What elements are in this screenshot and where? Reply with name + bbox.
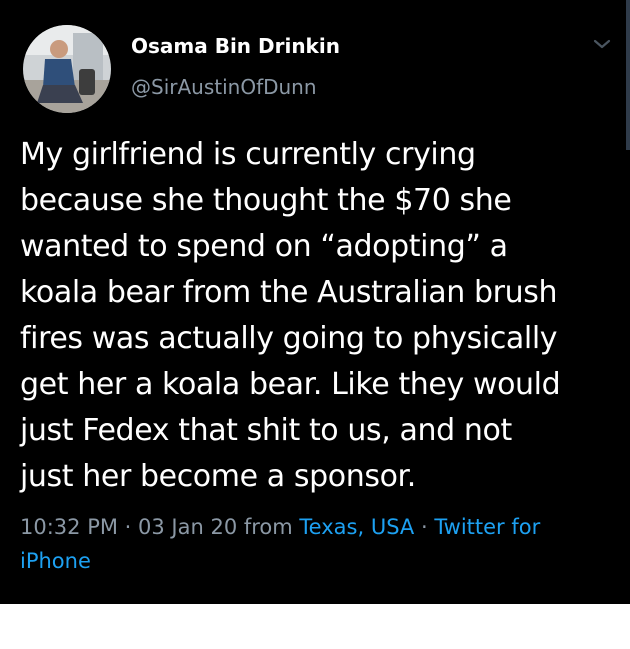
tweet-text-line: wanted to spend on “adopting” a [20,229,508,264]
location-link[interactable]: Texas, USA [299,515,414,539]
tweet-text-line: fires was actually going to physically [20,321,558,356]
username-handle[interactable]: @SirAustinOfDunn [131,75,317,99]
tweet-text-line: My girlfriend is currently crying [20,137,476,172]
meta-separator: · [117,515,139,539]
meta-separator: · [414,515,435,539]
display-name[interactable]: Osama Bin Drinkin [131,34,340,58]
scroll-indicator [626,0,630,150]
source-link-part2[interactable]: iPhone [20,549,91,573]
tweet-text: My girlfriend is currently crying becaus… [20,132,620,500]
tweet-card: Osama Bin Drinkin @SirAustinOfDunn My gi… [0,0,630,604]
tweet-meta: 10:32 PM · 03 Jan 20 from Texas, USA · T… [20,510,580,578]
tweet-text-line: because she thought the $70 she [20,183,512,218]
source-link-part1[interactable]: Twitter for [434,515,540,539]
tweet-text-line: get her a koala bear. Like they would [20,367,561,402]
tweet-text-line: just her become a sponsor. [20,459,416,494]
avatar[interactable] [23,25,111,113]
tweet-time[interactable]: 10:32 PM [20,515,118,539]
chevron-down-icon[interactable] [592,37,612,51]
tweet-text-line: just Fedex that shit to us, and not [20,413,512,448]
user-avatar-image [23,25,111,113]
from-label: from [237,515,300,539]
tweet-text-line: koala bear from the Australian brush [20,275,558,310]
tweet-date[interactable]: 03 Jan 20 [138,515,237,539]
